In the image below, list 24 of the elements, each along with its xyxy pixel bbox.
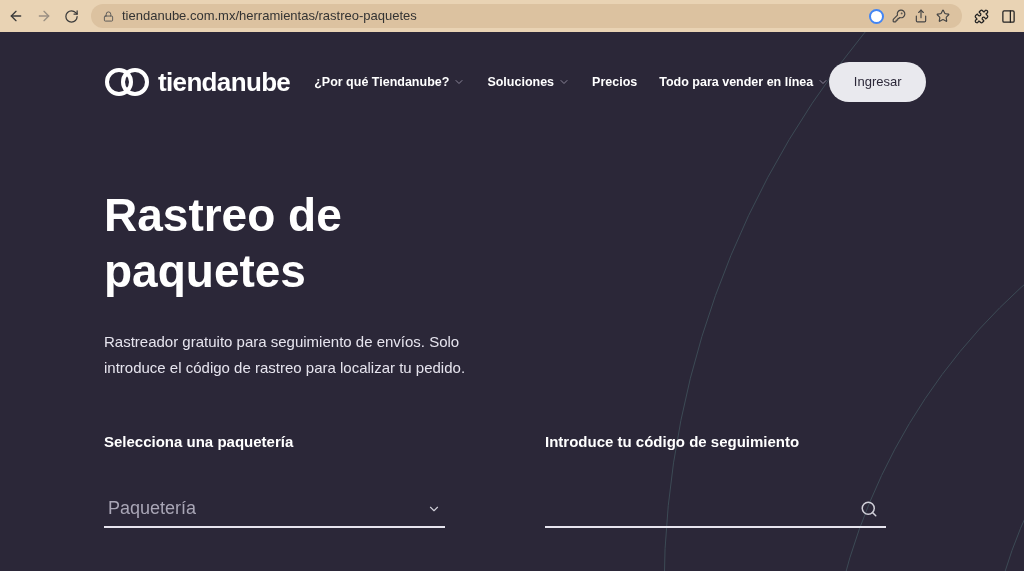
back-icon[interactable] xyxy=(8,8,24,24)
extensions-icon[interactable] xyxy=(974,8,989,24)
lock-icon xyxy=(103,10,114,22)
side-panel-icon[interactable] xyxy=(1001,8,1016,24)
logo-wordmark[interactable]: tiendanube xyxy=(158,62,291,102)
logo-icon xyxy=(104,65,150,99)
page-title: Rastreo de paquetes xyxy=(104,188,343,299)
reload-icon[interactable] xyxy=(64,8,79,24)
share-icon[interactable] xyxy=(914,9,928,23)
page-subtitle: Rastreador gratuito para seguimiento de envíos. Solo introduce el código de rastreo para localizar tu pedido. xyxy=(104,332,467,378)
nav-link[interactable]: ¿Por qué Tiendanube? xyxy=(314,72,466,92)
nav-link[interactable]: Precios xyxy=(592,72,638,92)
bookmark-star-icon[interactable] xyxy=(936,9,950,23)
field-label: Introduce tu código de seguimiento xyxy=(545,432,801,452)
carrier-select[interactable]: Paquetería xyxy=(104,491,445,528)
nav-link[interactable]: Soluciones xyxy=(487,72,571,92)
search-icon[interactable] xyxy=(860,499,878,518)
url-text: tiendanube.com.mx/herramientas/rastreo-paquetes xyxy=(122,7,418,26)
login-button[interactable]: Ingresar xyxy=(829,62,927,102)
select-placeholder: Paquetería xyxy=(108,497,197,520)
key-icon[interactable] xyxy=(892,9,906,23)
address-bar[interactable]: tiendanube.com.mx/herramientas/rastreo-paquetes xyxy=(91,4,962,28)
field-label: Selecciona una paquetería xyxy=(104,432,295,452)
nav-link[interactable]: Todo para vender en línea xyxy=(659,72,830,92)
